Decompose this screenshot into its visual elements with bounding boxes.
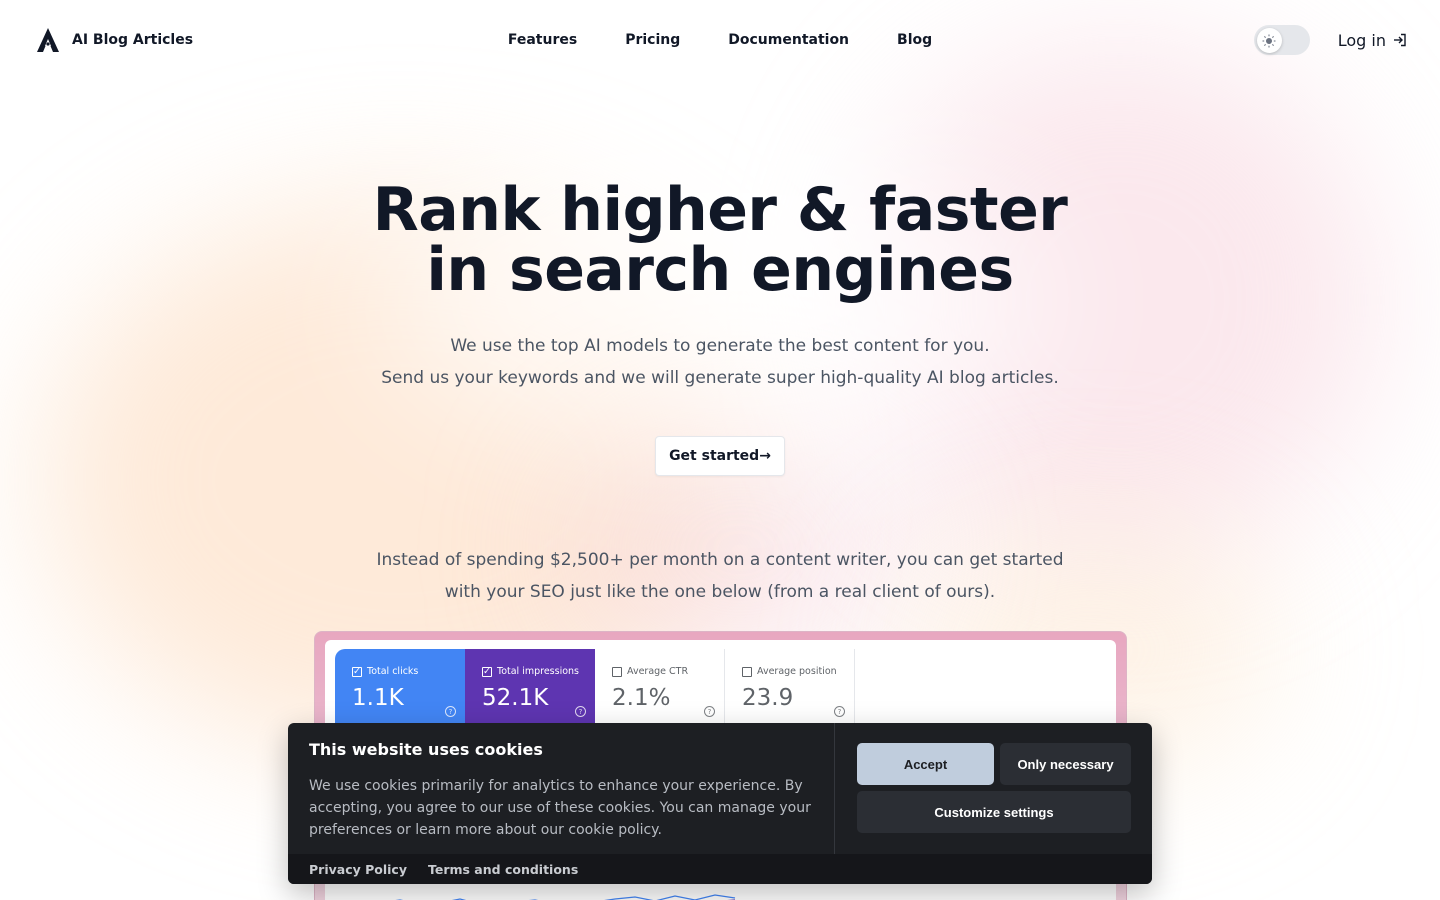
help-icon: ?: [575, 706, 586, 717]
hero-subtitle-line2: Send us your keywords and we will genera…: [381, 368, 1059, 388]
hero-section: Rank higher & faster in search engines W…: [0, 180, 1440, 476]
cookie-footer: Privacy Policy Terms and conditions: [288, 854, 1152, 884]
sun-icon: [1256, 28, 1282, 53]
login-label: Log in: [1337, 30, 1386, 50]
checkbox-icon: [742, 666, 752, 677]
pitch-text: Instead of spending $2,500+ per month on…: [0, 544, 1440, 608]
nav-features[interactable]: Features: [508, 32, 577, 48]
metric-value: 23.9: [742, 685, 794, 711]
brand-link[interactable]: AI Blog Articles: [34, 26, 193, 54]
accept-cookies-button[interactable]: Accept: [857, 743, 994, 785]
cookie-actions: Accept Only necessary Customize settings: [857, 743, 1131, 833]
nav-pricing[interactable]: Pricing: [625, 32, 680, 48]
login-icon: [1394, 33, 1406, 47]
metric-value: 1.1K: [352, 685, 404, 711]
checkbox-checked-icon: ✓: [352, 666, 362, 677]
logo-icon: [37, 28, 59, 52]
customize-settings-button[interactable]: Customize settings: [857, 791, 1131, 833]
pitch-line2: with your SEO just like the one below (f…: [444, 582, 996, 602]
metric-label: Total impressions: [497, 666, 579, 677]
cookie-content: This website uses cookies We use cookies…: [288, 723, 835, 854]
brand-name: AI Blog Articles: [72, 32, 194, 48]
cookie-title: This website uses cookies: [309, 740, 543, 759]
site-header: AI Blog Articles Features Pricing Docume…: [0, 0, 1440, 80]
only-necessary-button[interactable]: Only necessary: [1000, 743, 1131, 785]
hero-subtitle: We use the top AI models to generate the…: [0, 330, 1440, 394]
main-nav: Features Pricing Documentation Blog: [508, 0, 932, 80]
help-icon: ?: [704, 706, 715, 717]
terms-link[interactable]: Terms and conditions: [428, 862, 578, 877]
checkbox-checked-icon: ✓: [482, 666, 492, 677]
login-link[interactable]: Log in: [1338, 31, 1408, 50]
header-actions: Log in: [1253, 0, 1408, 80]
cookie-banner: This website uses cookies We use cookies…: [288, 723, 1152, 884]
help-icon: ?: [834, 706, 845, 717]
metric-label: Average CTR: [627, 666, 689, 677]
help-icon: ?: [445, 706, 456, 717]
pitch-line1: Instead of spending $2,500+ per month on…: [376, 550, 1064, 570]
metric-label: Total clicks: [367, 666, 419, 677]
hero-subtitle-line1: We use the top AI models to generate the…: [450, 336, 990, 356]
cookie-text: We use cookies primarily for analytics t…: [309, 778, 811, 838]
metric-label: Average position: [757, 666, 837, 677]
metric-value: 2.1%: [612, 685, 671, 711]
theme-toggle[interactable]: [1253, 25, 1310, 55]
privacy-policy-link[interactable]: Privacy Policy: [309, 862, 407, 877]
hero-title: Rank higher & faster in search engines: [372, 175, 1068, 305]
get-started-button[interactable]: Get started→: [655, 436, 785, 476]
metric-value: 52.1K: [482, 685, 549, 711]
nav-blog[interactable]: Blog: [897, 32, 932, 48]
checkbox-icon: [612, 666, 622, 677]
nav-documentation[interactable]: Documentation: [728, 32, 849, 48]
